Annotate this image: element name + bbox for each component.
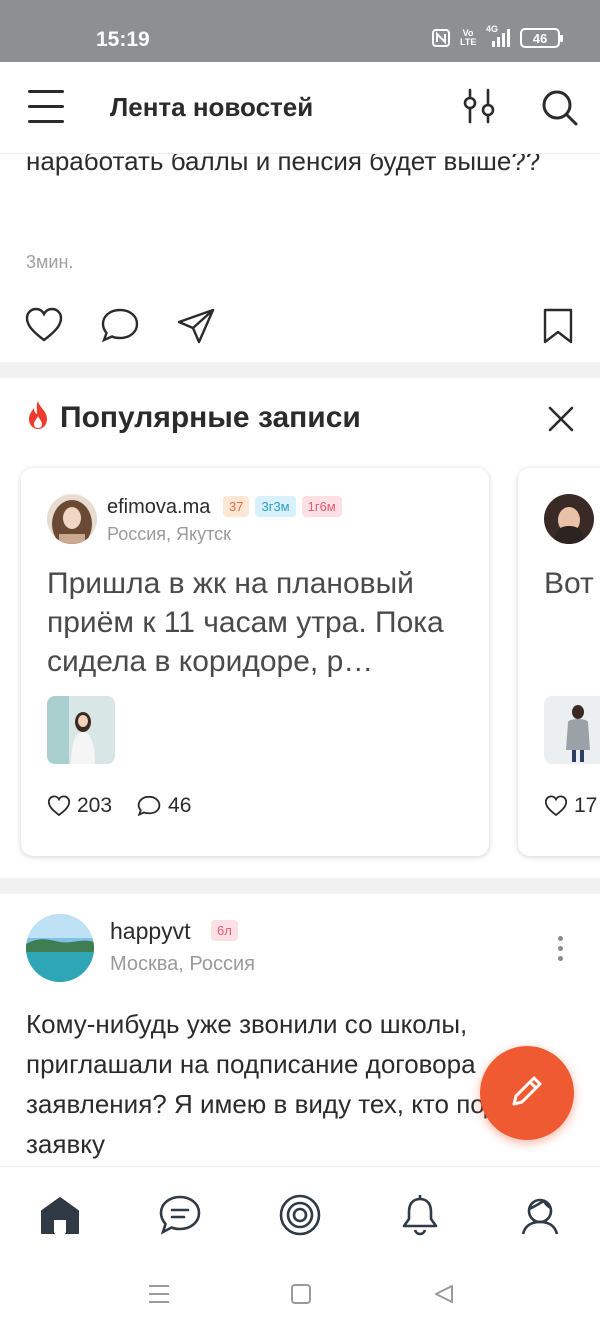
avatar[interactable] bbox=[544, 494, 594, 544]
chat-icon[interactable] bbox=[158, 1193, 202, 1237]
heart-icon[interactable] bbox=[24, 306, 64, 346]
section-divider bbox=[0, 878, 600, 894]
badge-age: 37 bbox=[223, 496, 250, 517]
comments-count: 46 bbox=[168, 794, 192, 817]
card-stats: 17 bbox=[544, 794, 600, 818]
card-text: Вот пал Как bbox=[544, 567, 600, 600]
target-icon[interactable] bbox=[278, 1193, 322, 1237]
page-title: Лента новостей bbox=[110, 92, 314, 122]
share-icon[interactable] bbox=[176, 306, 216, 346]
badge-child: 6л bbox=[211, 920, 238, 941]
bell-icon[interactable] bbox=[398, 1193, 442, 1237]
battery-icon: 46 bbox=[520, 28, 563, 48]
likes[interactable]: 17 bbox=[544, 794, 597, 818]
likes-count: 17 bbox=[574, 794, 598, 817]
popular-card[interactable]: Вот пал Как 17 bbox=[518, 468, 600, 856]
avatar[interactable] bbox=[26, 914, 94, 982]
home-system-icon[interactable] bbox=[291, 1284, 311, 1309]
bottom-navigation bbox=[0, 1166, 600, 1260]
username[interactable]: efimova.ma bbox=[107, 496, 210, 519]
nfc-icon bbox=[432, 29, 450, 47]
volte-icon: Vo LTE bbox=[460, 28, 477, 47]
search-icon[interactable] bbox=[540, 88, 580, 128]
status-icons: Vo LTE 4G 46 bbox=[432, 24, 563, 48]
close-icon[interactable] bbox=[546, 404, 576, 434]
card-thumbnail[interactable] bbox=[47, 696, 115, 764]
post-actions bbox=[0, 306, 600, 350]
back-icon[interactable] bbox=[434, 1284, 454, 1309]
card-stats: 203 46 bbox=[47, 794, 215, 818]
pencil-icon bbox=[508, 1072, 546, 1115]
status-time: 15:19 bbox=[96, 28, 150, 51]
card-thumbnail[interactable] bbox=[544, 696, 600, 764]
system-nav-bar bbox=[0, 1260, 600, 1332]
previous-post[interactable]: наработать баллы и пенсия будет выше?? 3… bbox=[0, 130, 600, 362]
home-icon[interactable] bbox=[38, 1193, 82, 1237]
comments[interactable]: 46 bbox=[136, 794, 191, 818]
post-time: 3мин. bbox=[26, 252, 74, 272]
likes-count: 203 bbox=[77, 794, 113, 817]
app-header: Лента новостей bbox=[0, 62, 600, 154]
popular-card[interactable]: efimova.ma 37 3г3м 1г6м Россия, Якутск П… bbox=[21, 468, 489, 856]
section-divider bbox=[0, 362, 600, 378]
badges: 37 3г3м 1г6м bbox=[223, 496, 342, 517]
filter-icon[interactable] bbox=[460, 86, 500, 126]
username[interactable]: happyvt bbox=[110, 918, 191, 945]
status-bar: 15:19 Vo LTE 4G 46 bbox=[0, 0, 600, 62]
popular-header: Популярные записи bbox=[26, 400, 361, 435]
profile-icon[interactable] bbox=[518, 1193, 562, 1237]
likes[interactable]: 203 bbox=[47, 794, 112, 818]
recent-apps-icon[interactable] bbox=[148, 1284, 170, 1309]
badge-child-2: 1г6м bbox=[301, 496, 342, 517]
location: Москва, Россия bbox=[110, 953, 255, 975]
location: Россия, Якутск bbox=[107, 524, 232, 544]
avatar[interactable] bbox=[47, 494, 97, 544]
more-icon[interactable] bbox=[554, 936, 566, 966]
signal-icon: 4G bbox=[486, 24, 510, 47]
popular-section: Популярные записи efimova.ma 37 3г3м 1г6… bbox=[0, 378, 600, 878]
card-text: Пришла в жк на плановый приём к 11 часам… bbox=[47, 567, 444, 678]
create-post-button[interactable] bbox=[480, 1046, 574, 1140]
badge-child-1: 3г3м bbox=[255, 496, 296, 517]
menu-icon[interactable] bbox=[28, 90, 64, 124]
bookmark-icon[interactable] bbox=[538, 306, 578, 346]
comment-icon[interactable] bbox=[100, 306, 140, 346]
fire-icon bbox=[26, 400, 50, 435]
popular-title: Популярные записи bbox=[60, 400, 361, 434]
